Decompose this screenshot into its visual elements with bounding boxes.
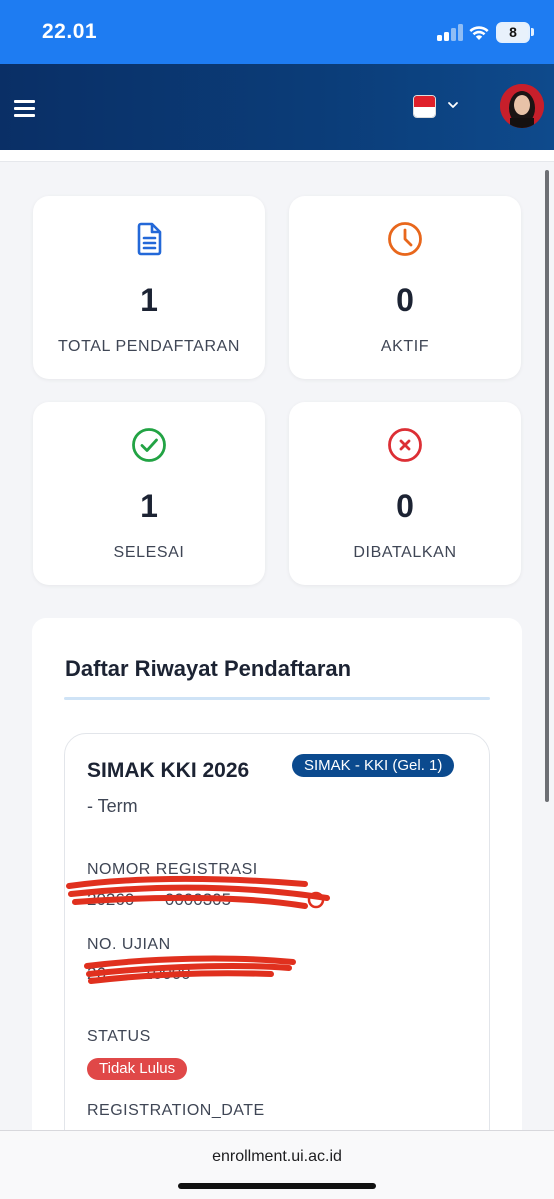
user-avatar[interactable] [500,84,544,128]
stat-card-active: 0 AKTIF [289,196,521,379]
stat-label: AKTIF [380,338,430,355]
registration-term: - Term [87,796,138,816]
registration-number-value: 20260 0000305 [87,890,232,909]
stat-value: 1 [140,282,158,318]
avatar-image [500,84,544,128]
program-badge: SIMAK - KKI (Gel. 1) [292,754,455,777]
status-time: 22.01 [42,20,98,43]
registration-number-label: NOMOR REGISTRASI [87,861,258,878]
browser-url-bar[interactable]: enrollment.ui.ac.id [0,1130,554,1199]
battery-nub [531,28,534,36]
status-bar: 22.01 8 [0,0,554,64]
chevron-down-icon [448,102,458,108]
indonesia-flag-icon [413,95,436,118]
status-badge: Tidak Lulus [87,1058,188,1080]
stat-value: 0 [396,282,414,318]
stat-card-total: 1 TOTAL PENDAFTARAN [33,196,265,379]
document-icon [137,222,162,256]
navbar-shadow [0,150,554,162]
title-divider [64,697,490,700]
stat-value: 0 [396,488,414,524]
stat-label: DIBATALKAN [353,544,457,561]
battery-level: 8 [509,24,517,40]
registration-title: SIMAK KKI 2026 [87,759,250,782]
status-label: STATUS [87,1028,151,1045]
clock-icon [388,222,422,256]
exam-number-value: 26 10000 [87,964,191,983]
language-selector[interactable] [413,95,465,119]
history-title: Daftar Riwayat Pendaftaran [65,656,352,681]
battery-icon: 8 [496,22,530,43]
url-text[interactable]: enrollment.ui.ac.id [0,1148,554,1166]
registration-date-label: REGISTRATION_DATE [87,1102,265,1119]
home-indicator[interactable] [178,1183,376,1189]
stat-label: SELESAI [113,544,185,561]
history-panel: Daftar Riwayat Pendaftaran SIMAK KKI 202… [32,618,522,1199]
page-scrollbar[interactable] [545,170,549,802]
stat-label: TOTAL PENDAFTARAN [57,338,241,355]
wifi-icon [469,26,489,40]
exam-number-label: NO. UJIAN [87,936,171,953]
check-circle-icon [132,428,166,462]
stat-value: 1 [140,488,158,524]
stat-card-completed: 1 SELESAI [33,402,265,585]
cellular-signal-icon [437,24,463,41]
stat-card-cancelled: 0 DIBATALKAN [289,402,521,585]
hamburger-icon[interactable] [14,100,35,117]
x-circle-icon [388,428,422,462]
top-navbar [0,64,554,150]
